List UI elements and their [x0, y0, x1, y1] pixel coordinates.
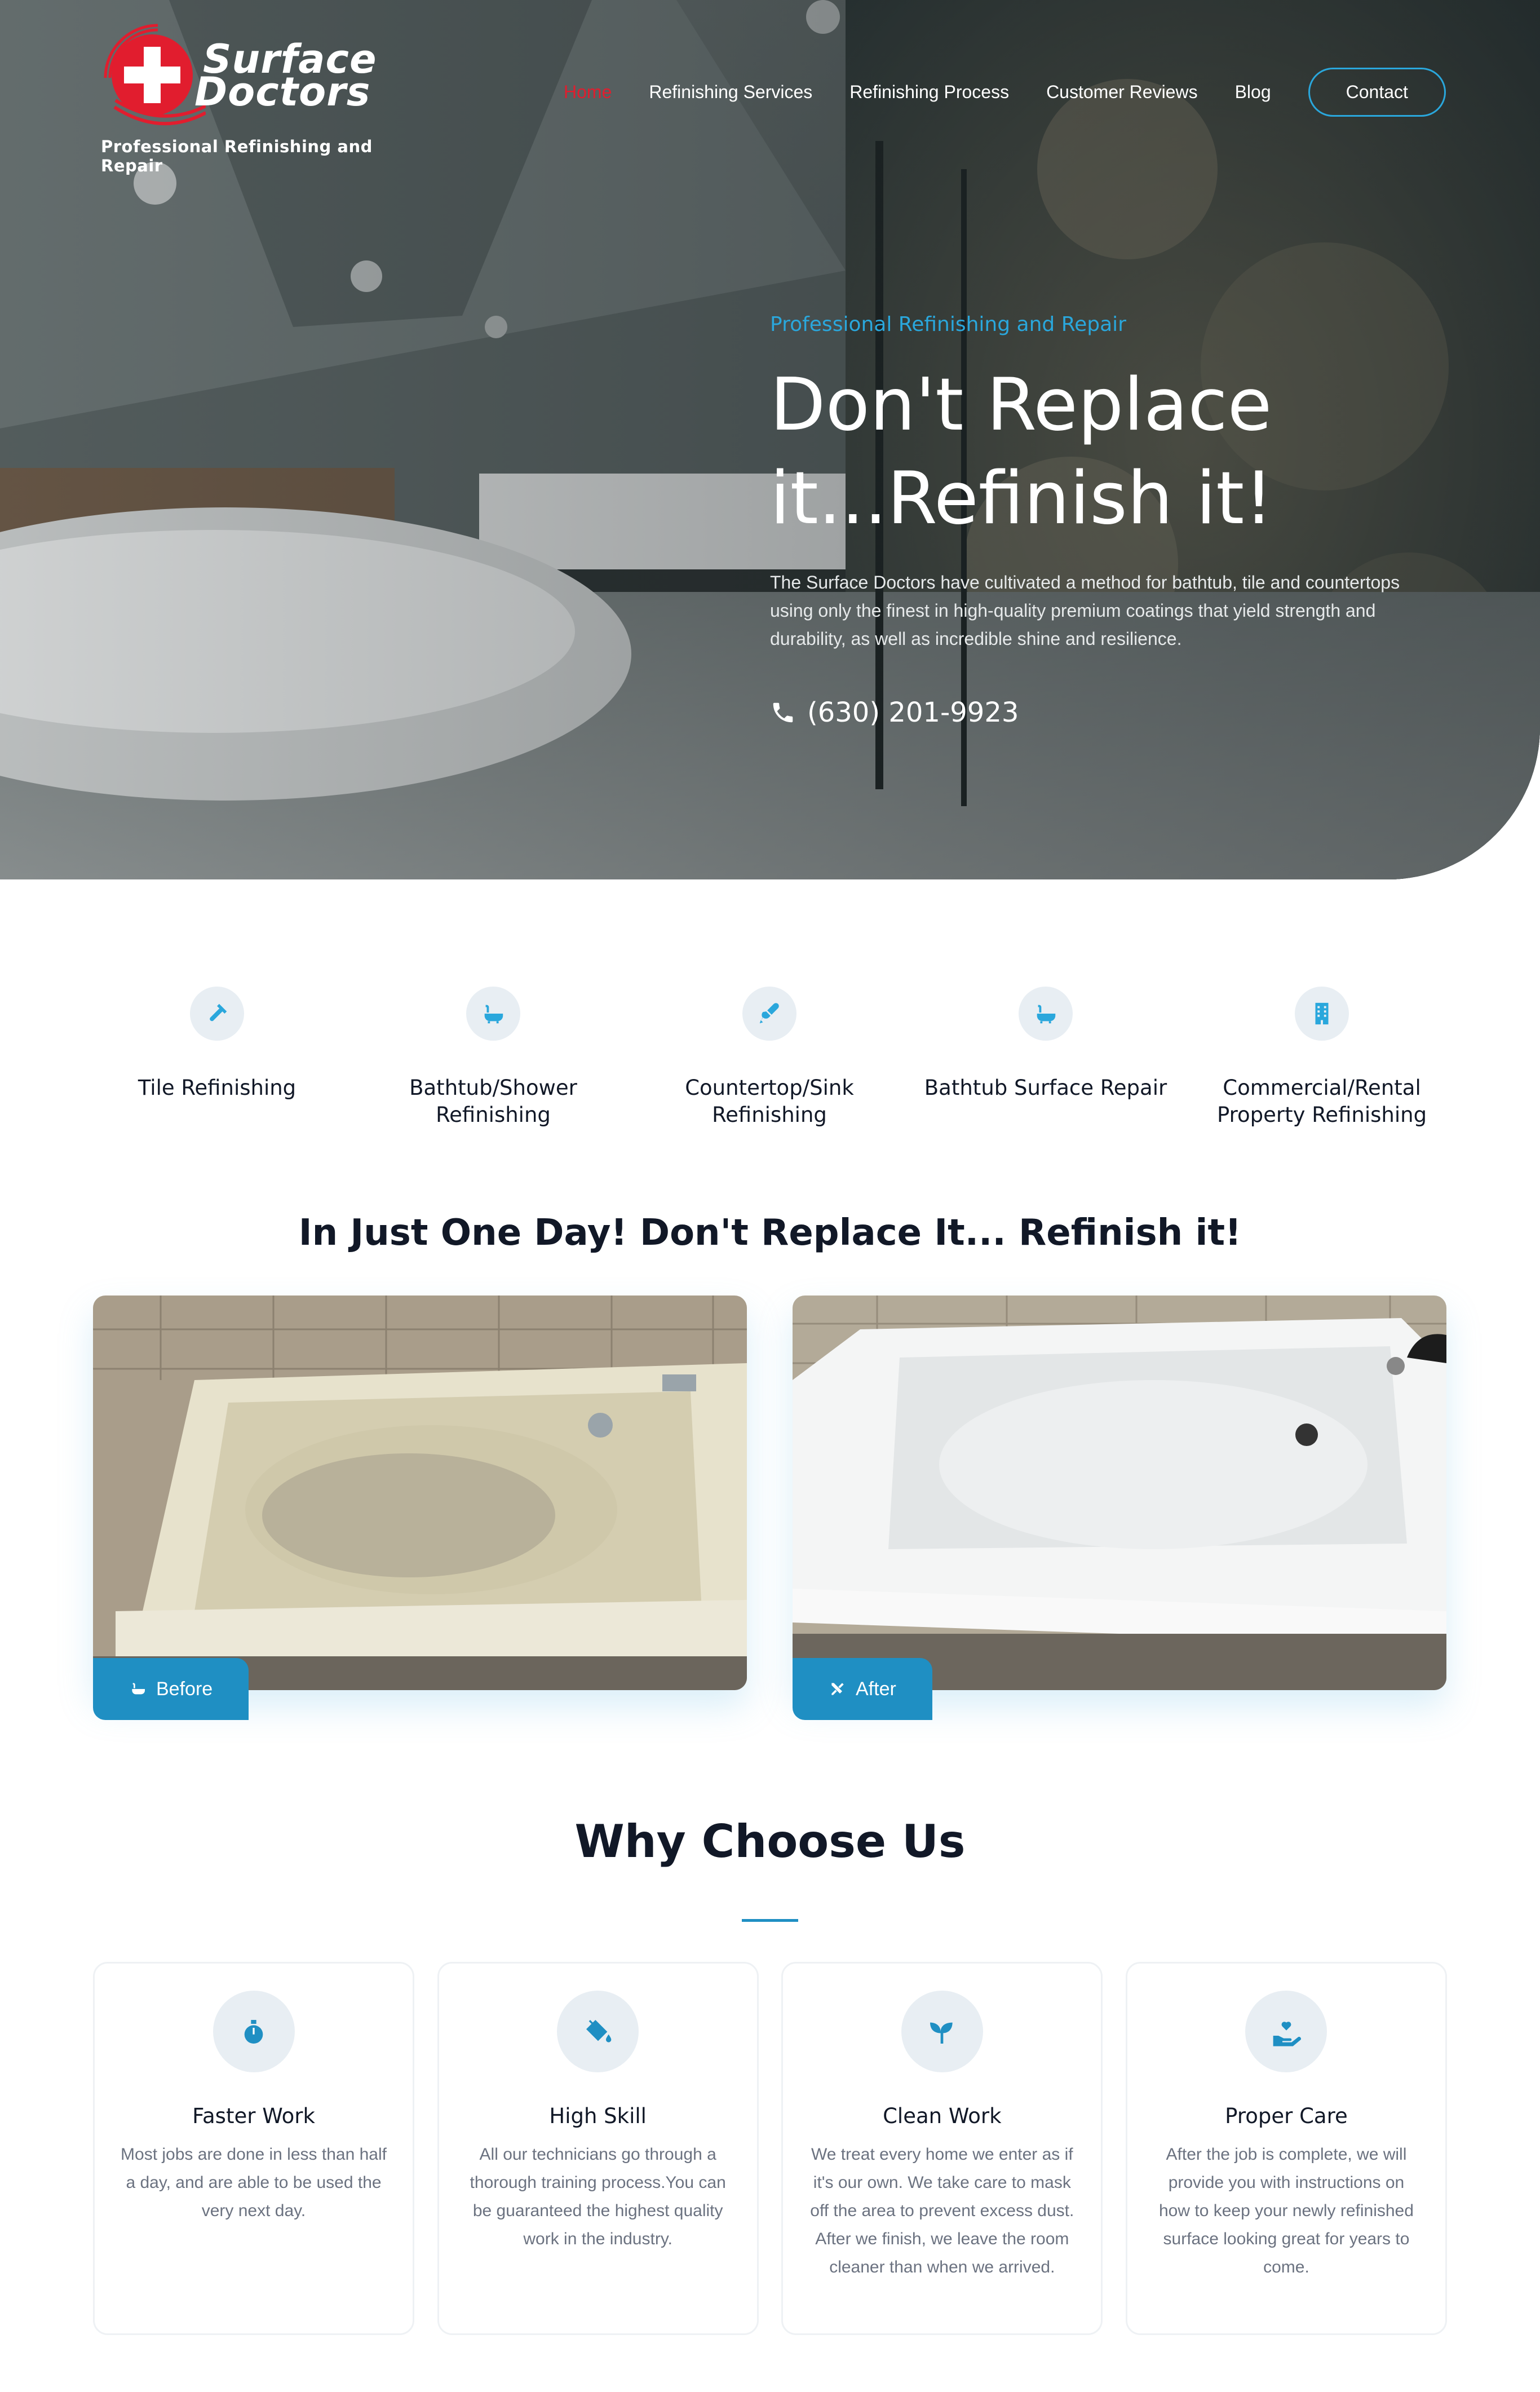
card-title: Proper Care — [1225, 2104, 1348, 2128]
service-bathtub-repair[interactable]: Bathtub Surface Repair — [922, 987, 1170, 1129]
before-after-headline: In Just One Day! Don't Replace It... Ref… — [298, 1212, 1242, 1254]
card-icon-circle — [901, 1991, 983, 2072]
phone-number: (630) 201-9923 — [807, 697, 1019, 728]
why-card-clean-work: Clean Work We treat every home we enter … — [781, 1962, 1103, 2335]
card-title: Clean Work — [883, 2104, 1002, 2128]
card-body: After the job is complete, we will provi… — [1159, 2145, 1414, 2276]
services-row: Tile Refinishing Bathtub/Shower Refinish… — [93, 987, 1446, 1129]
nav-home[interactable]: Home — [564, 82, 612, 103]
main-nav: Home Refinishing Services Refinishing Pr… — [564, 67, 1446, 117]
nav-blog[interactable]: Blog — [1235, 82, 1271, 103]
service-icon-circle — [466, 987, 520, 1041]
before-bathtub-image — [93, 1296, 747, 1690]
before-card: Before — [93, 1296, 747, 1720]
after-badge: After — [793, 1658, 932, 1720]
service-icon-circle — [1295, 987, 1349, 1041]
contact-button[interactable]: Contact — [1308, 67, 1446, 117]
why-card-faster-work: Faster Work Most jobs are done in less t… — [93, 1962, 414, 2335]
hand-heart-icon — [1273, 2021, 1301, 2046]
hero-content: Professional Refinishing and Repair Don'… — [770, 313, 1446, 728]
before-photo — [93, 1296, 747, 1690]
why-choose-us-title: Why Choose Us — [574, 1815, 966, 1868]
after-label: After — [856, 1678, 896, 1700]
hero-title-line1: Don't Replace — [770, 363, 1272, 447]
why-card-high-skill: High Skill All our technicians go throug… — [437, 1962, 759, 2335]
bathtub-icon — [1037, 1005, 1056, 1024]
service-label: Bathtub Surface Repair — [924, 1076, 1167, 1100]
card-icon-circle — [1245, 1991, 1327, 2072]
tools-icon — [831, 1683, 844, 1695]
card-title: Faster Work — [192, 2104, 315, 2128]
hero-title: Don't Replace it...Refinish it! — [770, 359, 1446, 546]
logo-text-line2: Doctors — [194, 69, 371, 115]
seedling-icon — [930, 2022, 953, 2044]
after-bathtub-image — [793, 1296, 1446, 1690]
logo[interactable]: Surface Doctors Professional Refinishing… — [93, 21, 397, 175]
after-card: After — [793, 1296, 1446, 1720]
logo-tagline: Professional Refinishing and Repair — [101, 137, 373, 175]
service-icon-circle — [742, 987, 796, 1041]
card-icon-circle — [557, 1991, 639, 2072]
hero-title-line2: it...Refinish it! — [770, 457, 1273, 541]
phone-icon — [773, 702, 793, 723]
bathtub-icon — [484, 1005, 503, 1024]
hero-description: The Surface Doctors have cultivated a me… — [770, 572, 1400, 649]
service-icon-circle — [1019, 987, 1073, 1041]
paint-bucket-icon — [586, 2019, 611, 2042]
hero-section: Surface Doctors Professional Refinishing… — [0, 0, 1540, 879]
bathtub-icon — [132, 1683, 145, 1695]
hammer-icon — [210, 1003, 227, 1022]
card-body: Most jobs are done in less than half a d… — [121, 2145, 387, 2220]
nav-refinishing-services[interactable]: Refinishing Services — [649, 82, 812, 103]
after-photo — [793, 1296, 1446, 1690]
nav-refinishing-process[interactable]: Refinishing Process — [849, 82, 1009, 103]
title-divider — [742, 1919, 798, 1922]
nav-customer-reviews[interactable]: Customer Reviews — [1046, 82, 1198, 103]
card-body: We treat every home we enter as if it's … — [810, 2145, 1074, 2276]
stopwatch-icon — [244, 2019, 263, 2044]
red-cross-icon — [104, 24, 206, 126]
service-label: Tile Refinishing — [138, 1076, 297, 1100]
service-label: Bathtub/Shower Refinishing — [409, 1076, 577, 1127]
card-title: High Skill — [549, 2104, 647, 2128]
service-label: Commercial/Rental Property Refinishing — [1216, 1076, 1427, 1127]
hero-eyebrow: Professional Refinishing and Repair — [770, 313, 1126, 336]
building-icon — [1315, 1002, 1329, 1025]
card-body: All our technicians go through a thoroug… — [470, 2145, 726, 2248]
before-label: Before — [156, 1678, 213, 1700]
service-tile-refinishing[interactable]: Tile Refinishing — [93, 987, 341, 1129]
service-commercial-rental[interactable]: Commercial/Rental Property Refinishing — [1198, 987, 1446, 1129]
phone-link[interactable]: (630) 201-9923 — [770, 697, 1446, 728]
why-cards: Faster Work Most jobs are done in less t… — [93, 1962, 1447, 2335]
before-badge: Before — [93, 1658, 249, 1720]
service-icon-circle — [190, 987, 244, 1041]
service-countertop-sink[interactable]: Countertop/Sink Refinishing — [645, 987, 893, 1129]
why-card-proper-care: Proper Care After the job is complete, w… — [1125, 1962, 1447, 2335]
brush-icon — [759, 1003, 779, 1024]
service-label: Countertop/Sink Refinishing — [685, 1076, 854, 1127]
card-icon-circle — [213, 1991, 295, 2072]
service-bathtub-shower[interactable]: Bathtub/Shower Refinishing — [369, 987, 617, 1129]
